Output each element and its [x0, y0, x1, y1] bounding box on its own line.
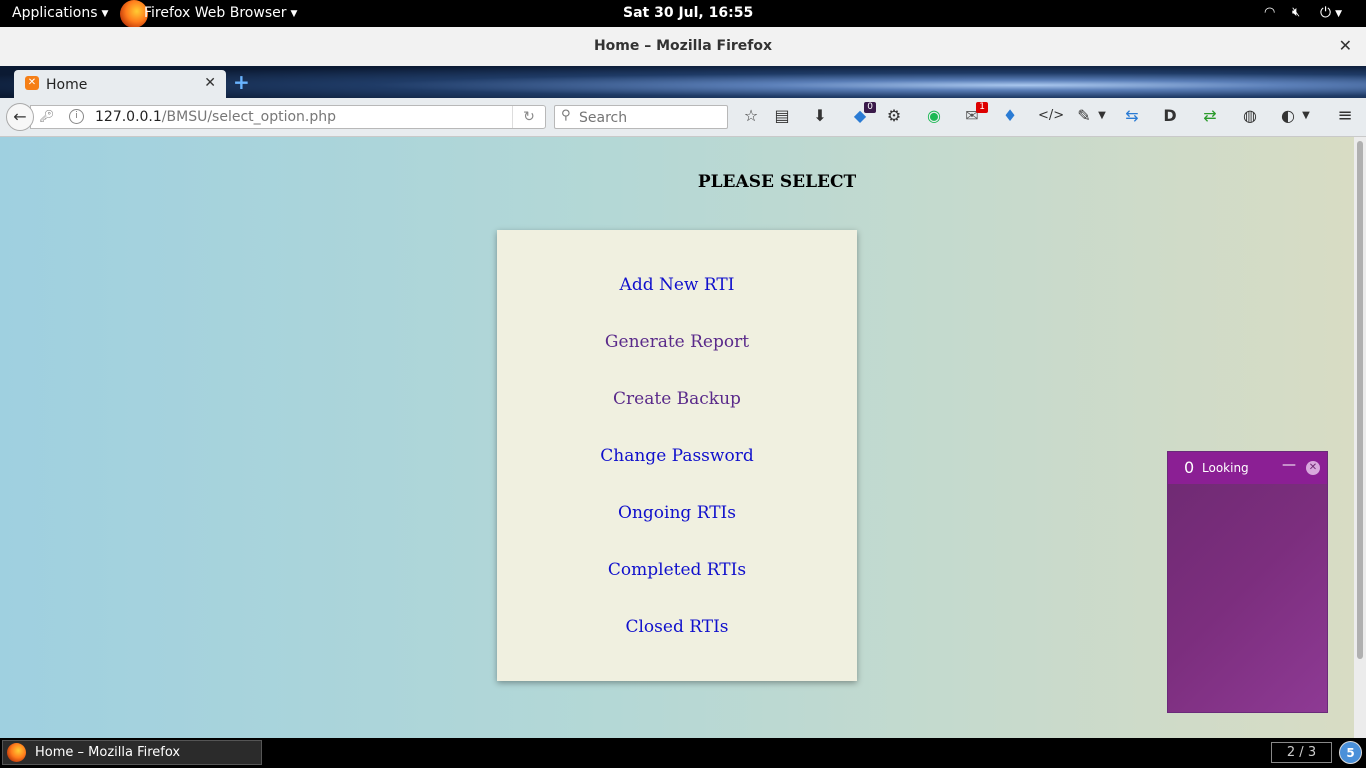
hamburger-menu-icon[interactable]: ≡: [1335, 106, 1355, 126]
tab-label: Home: [46, 77, 88, 93]
window-title: Home – Mozilla Firefox: [593, 38, 773, 54]
create-backup-link[interactable]: Create Backup: [497, 389, 857, 409]
reading-list-icon[interactable]: ▤: [772, 106, 792, 126]
url-host: 127.0.0.1: [95, 109, 162, 125]
ongoing-rtis-link[interactable]: Ongoing RTIs: [497, 503, 857, 523]
window-close-button[interactable]: ✕: [1339, 36, 1352, 55]
page-heading-container: PLEASE SELECT: [0, 172, 1354, 192]
taskbar-window-button[interactable]: Home – Mozilla Firefox: [2, 740, 262, 765]
back-button[interactable]: ←: [6, 103, 34, 131]
page-scrollbar[interactable]: [1354, 137, 1366, 738]
looking-widget: 0 Looking — ✕: [1167, 451, 1328, 713]
navigation-toolbar: 🔑︎ i 127.0.0.1/BMSU/select_option.php ↻ …: [0, 98, 1366, 137]
widget-close-button[interactable]: ✕: [1306, 461, 1320, 475]
sync-arrows-icon[interactable]: ⇄: [1200, 106, 1220, 126]
tab-home[interactable]: ✕ Home ✕: [14, 70, 226, 98]
globe-icon[interactable]: ◍: [1240, 106, 1260, 126]
chevron-down-icon: ▼: [290, 9, 298, 19]
window-title-bar: Home – Mozilla Firefox ✕: [0, 27, 1366, 67]
wifi-icon[interactable]: ◠: [1264, 5, 1275, 20]
volume-muted-icon[interactable]: 🔇︎: [1292, 5, 1300, 20]
search-icon: ⚲: [561, 108, 571, 123]
widget-count: 0: [1184, 458, 1195, 477]
new-tab-button[interactable]: +: [233, 70, 250, 94]
chevron-down-icon: ▼: [101, 9, 109, 19]
gem-icon[interactable]: ♦: [1000, 106, 1020, 126]
page-title: PLEASE SELECT: [697, 172, 857, 192]
green-circle-icon[interactable]: ◉: [924, 106, 944, 126]
taskbar-window-label: Home – Mozilla Firefox: [35, 745, 181, 760]
mail-badge: 1: [976, 102, 988, 113]
tab-close-button[interactable]: ✕: [204, 75, 216, 91]
search-input[interactable]: [577, 108, 726, 128]
power-icon: ⏻: [1320, 5, 1332, 21]
eye-icon[interactable]: ◐: [1278, 106, 1298, 126]
chevron-down-icon[interactable]: ▼: [1092, 106, 1112, 126]
url-path: /BMSU/select_option.php: [161, 109, 337, 125]
key-icon[interactable]: 🔑︎: [39, 109, 54, 123]
app-menu-label: Firefox Web Browser: [144, 5, 287, 21]
info-icon[interactable]: i: [69, 109, 84, 124]
extension-badge: 0: [864, 102, 876, 113]
puzzle-icon[interactable]: ⚙: [884, 106, 904, 126]
app-menu[interactable]: Firefox Web Browser ▼: [144, 5, 297, 21]
chevron-down-icon: ▼: [1335, 9, 1342, 19]
d-extension-icon[interactable]: D: [1160, 106, 1180, 126]
closed-rtis-link[interactable]: Closed RTIs: [497, 617, 857, 637]
applications-menu-label: Applications: [12, 5, 98, 21]
widget-header: 0 Looking — ✕: [1168, 452, 1327, 484]
change-password-link[interactable]: Change Password: [497, 446, 857, 466]
extension-icon[interactable]: ◆ 0: [850, 102, 876, 126]
workspace-indicator[interactable]: 2 / 3: [1271, 742, 1332, 763]
bottom-taskbar: Home – Mozilla Firefox 2 / 3 5: [0, 738, 1366, 768]
widget-minimize-button[interactable]: —: [1282, 457, 1296, 473]
applications-menu[interactable]: Applications ▼: [12, 5, 108, 21]
bookmark-star-icon[interactable]: ☆: [741, 106, 761, 126]
url-bar[interactable]: 🔑︎ i 127.0.0.1/BMSU/select_option.php ↻: [30, 105, 546, 129]
translate-icon[interactable]: ⇆: [1122, 106, 1142, 126]
notification-counter[interactable]: 5: [1339, 741, 1362, 764]
mail-icon[interactable]: ✉ 1: [962, 102, 988, 126]
search-bar[interactable]: ⚲: [554, 105, 728, 129]
code-icon[interactable]: </>: [1038, 106, 1064, 126]
tools-icon[interactable]: ✎: [1074, 106, 1094, 126]
widget-label: Looking: [1202, 461, 1249, 475]
download-icon[interactable]: ⬇: [810, 106, 830, 126]
options-card: Add New RTI Generate Report Create Backu…: [497, 230, 857, 681]
scrollbar-thumb[interactable]: [1357, 141, 1363, 659]
tab-strip: ✕ Home ✕ +: [0, 66, 1366, 98]
add-new-rti-link[interactable]: Add New RTI: [497, 275, 857, 295]
url-text[interactable]: 127.0.0.1/BMSU/select_option.php: [95, 109, 336, 125]
firefox-logo-icon: [7, 743, 26, 762]
completed-rtis-link[interactable]: Completed RTIs: [497, 560, 857, 580]
power-menu[interactable]: ⏻ ▼: [1320, 5, 1342, 21]
reload-icon[interactable]: ↻: [512, 106, 545, 128]
generate-report-link[interactable]: Generate Report: [497, 332, 857, 352]
xampp-favicon-icon: ✕: [25, 76, 39, 90]
clock[interactable]: Sat 30 Jul, 16:55: [623, 5, 753, 21]
system-top-bar: Applications ▼ Firefox Web Browser ▼ Sat 3…: [0, 0, 1366, 28]
page-content: PLEASE SELECT Add New RTI Generate Repor…: [0, 137, 1354, 738]
chevron-down-icon[interactable]: ▼: [1296, 106, 1316, 126]
